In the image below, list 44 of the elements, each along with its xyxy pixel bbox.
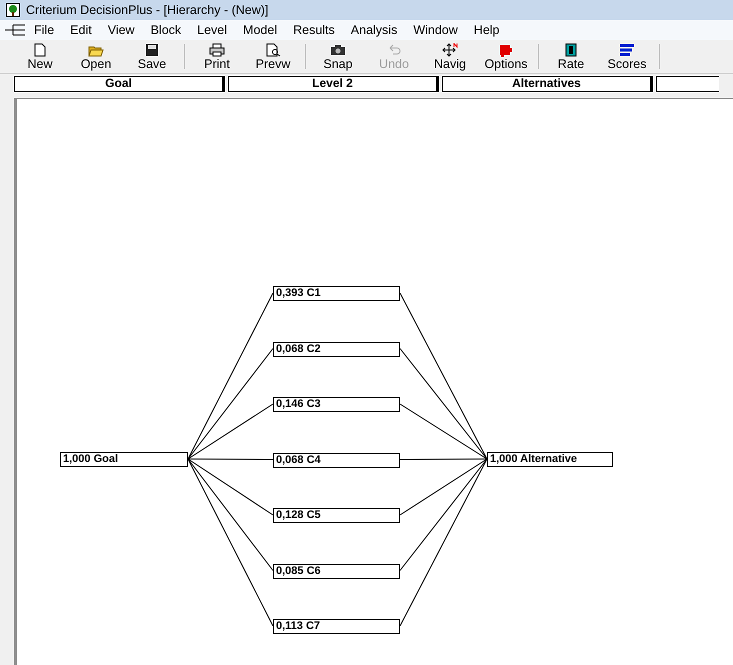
hierarchy-menu-icon[interactable] xyxy=(4,23,26,37)
camera-icon xyxy=(330,42,346,56)
toolbar-button[interactable]: Snap xyxy=(310,40,366,73)
criterion-node[interactable]: 0,128 C5 xyxy=(273,508,400,523)
menu-item[interactable]: File xyxy=(26,20,62,40)
toolbar-button[interactable]: Options xyxy=(478,40,534,73)
blank-page-icon xyxy=(32,42,48,56)
alternative-node[interactable]: 1,000 Alternative xyxy=(487,452,613,467)
goal-node[interactable]: 1,000 Goal xyxy=(60,452,188,467)
toolbar-button[interactable]: Rate xyxy=(543,40,599,73)
window-title: Criterium DecisionPlus - [Hierarchy - (New)] xyxy=(26,2,268,19)
criterion-node[interactable]: 0,146 C3 xyxy=(273,397,400,412)
menu-item[interactable]: Results xyxy=(285,20,343,40)
toolbar-button[interactable]: Open xyxy=(68,40,124,73)
toolbar-button[interactable]: Prevw xyxy=(245,40,301,73)
toolbar-button[interactable]: Navig xyxy=(422,40,478,73)
criterion-node[interactable]: 0,393 C1 xyxy=(273,286,400,301)
menu-item[interactable]: Analysis xyxy=(342,20,406,40)
menu-item[interactable]: Window xyxy=(405,20,466,40)
toolbar-button[interactable]: Save xyxy=(124,40,180,73)
rating-grid-icon xyxy=(563,42,579,56)
toolbar-button[interactable]: New xyxy=(12,40,68,73)
level-header xyxy=(656,76,719,92)
printer-icon xyxy=(209,42,225,56)
level-header: Alternatives xyxy=(442,76,653,92)
toolbar-button[interactable]: Print xyxy=(189,40,245,73)
criterion-node[interactable]: 0,113 C7 xyxy=(273,619,400,634)
menu-item[interactable]: Help xyxy=(466,20,508,40)
level-header: Level 2 xyxy=(228,76,439,92)
move-arrows-icon xyxy=(442,42,458,56)
menu-item[interactable]: View xyxy=(100,20,143,40)
page-magnifier-icon xyxy=(265,42,281,56)
criterion-node[interactable]: 0,068 C4 xyxy=(273,452,400,468)
menu-item[interactable]: Edit xyxy=(62,20,100,40)
toolbar-button[interactable]: Scores xyxy=(599,40,655,73)
criterion-node[interactable]: 0,085 C6 xyxy=(273,564,400,578)
puzzle-piece-icon xyxy=(498,42,514,56)
level-header: Goal xyxy=(14,76,225,92)
criterion-node[interactable]: 0,068 C2 xyxy=(273,342,400,356)
menu-item[interactable]: Level xyxy=(189,20,236,40)
tree-app-icon xyxy=(6,3,20,17)
menu-item[interactable]: Model xyxy=(235,20,286,40)
bar-list-icon xyxy=(619,42,635,56)
menu-item[interactable]: Block xyxy=(142,20,190,40)
